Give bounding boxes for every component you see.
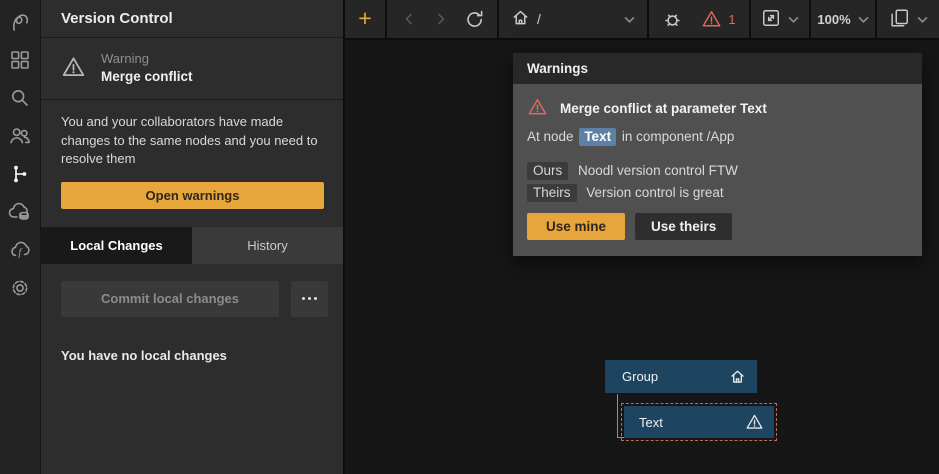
expand-fit-icon — [761, 8, 781, 31]
open-warnings-button[interactable]: Open warnings — [61, 182, 324, 209]
commit-row: Commit local changes — [41, 264, 343, 317]
warning-title: Merge conflict — [101, 68, 193, 86]
add-node-button[interactable]: + — [345, 0, 385, 38]
ours-row: Ours Noodl version control FTW — [527, 163, 908, 178]
commit-local-changes-button[interactable]: Commit local changes — [61, 281, 279, 317]
cloud-services-icon[interactable] — [7, 199, 33, 224]
warning-count-badge: 1 — [728, 12, 735, 27]
device-frames-icon — [888, 7, 910, 32]
version-control-panel: Version Control Warning Merge conflict Y… — [40, 0, 343, 474]
component-path-dropdown[interactable]: / — [499, 0, 647, 38]
zoom-level-label: 100% — [817, 12, 850, 27]
debug-group: 1 — [649, 0, 749, 38]
fit-view-dropdown[interactable] — [751, 0, 809, 38]
warnings-popup-body: Merge conflict at parameter Text At node… — [513, 84, 922, 256]
nav-forward-button[interactable] — [433, 11, 449, 27]
merge-conflict-summary: Warning Merge conflict — [41, 38, 343, 100]
icon-rail: f — [0, 0, 40, 474]
noodl-logo-icon[interactable] — [7, 9, 33, 34]
components-grid-icon[interactable] — [7, 47, 33, 72]
warning-triangle-icon — [745, 413, 764, 431]
node-text-conflict[interactable]: Text — [621, 403, 777, 441]
use-mine-button[interactable]: Use mine — [527, 213, 625, 240]
add-plus-icon: + — [358, 7, 371, 30]
conflict-location: At node Text in component /App — [527, 129, 908, 144]
use-theirs-button[interactable]: Use theirs — [635, 213, 732, 240]
nav-back-button[interactable] — [401, 11, 417, 27]
chevron-down-icon — [858, 12, 869, 27]
warning-triangle-icon — [61, 55, 86, 82]
more-options-button[interactable] — [291, 281, 328, 317]
cloud-functions-icon[interactable]: f — [7, 237, 33, 262]
node-name-badge: Text — [579, 128, 616, 146]
warning-label: Warning — [101, 51, 193, 68]
component-path-label: / — [537, 11, 541, 27]
node-group-label: Group — [622, 369, 658, 384]
node-group[interactable]: Group — [605, 360, 757, 393]
warnings-toolbar-button[interactable]: 1 — [701, 9, 735, 29]
theirs-badge: Theirs — [527, 184, 577, 202]
home-icon — [511, 8, 530, 30]
chevron-down-icon — [917, 12, 928, 27]
home-icon — [729, 368, 746, 385]
no-local-changes-message: You have no local changes — [41, 317, 343, 363]
conflict-warning-title: Merge conflict at parameter Text — [560, 101, 767, 116]
ours-badge: Ours — [527, 162, 568, 180]
conflict-description: You and your collaborators have made cha… — [41, 100, 343, 168]
component-name: /App — [707, 129, 735, 144]
chevron-down-icon — [624, 12, 635, 27]
zoom-level-dropdown[interactable]: 100% — [811, 0, 875, 38]
svg-text:f: f — [18, 246, 23, 258]
node-text-label: Text — [639, 415, 663, 430]
tab-history[interactable]: History — [192, 227, 343, 264]
ours-value: Noodl version control FTW — [578, 163, 738, 178]
bug-debug-icon[interactable] — [662, 9, 683, 30]
theirs-value: Version control is great — [586, 185, 723, 200]
refresh-button[interactable] — [465, 10, 484, 29]
settings-gear-icon[interactable] — [7, 275, 33, 300]
warning-triangle-icon — [527, 97, 548, 120]
search-icon[interactable] — [7, 85, 33, 110]
more-options-dots-icon — [302, 297, 305, 300]
version-control-icon[interactable] — [7, 161, 33, 186]
collaborators-icon[interactable] — [7, 123, 33, 148]
warnings-popup-title: Warnings — [513, 53, 922, 84]
tab-local-changes[interactable]: Local Changes — [41, 227, 192, 264]
nav-group — [387, 0, 497, 38]
panel-title: Version Control — [41, 0, 343, 38]
chevron-down-icon — [788, 12, 799, 27]
warnings-popup: Warnings Merge conflict at parameter Tex… — [513, 53, 922, 256]
canvas-toolbar: + / — [345, 0, 939, 40]
node-connector — [617, 394, 618, 437]
theirs-row: Theirs Version control is great — [527, 185, 908, 200]
device-frames-dropdown[interactable] — [877, 0, 939, 38]
panel-tabs: Local Changes History — [41, 227, 343, 264]
